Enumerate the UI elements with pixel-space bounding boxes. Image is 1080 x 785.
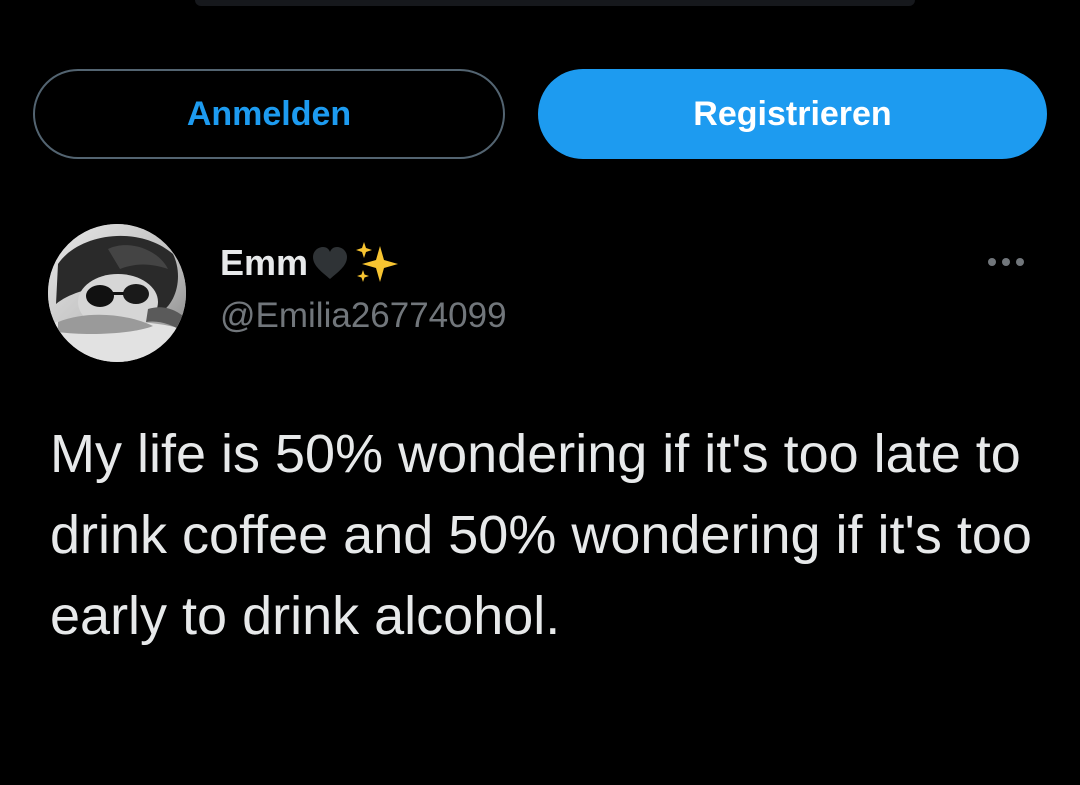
login-button-label: Anmelden xyxy=(186,94,352,133)
black-heart-icon xyxy=(313,247,348,279)
register-button-label: Registrieren xyxy=(693,94,892,133)
tweet-text: My life is 50% wondering if it's too lat… xyxy=(50,424,1032,646)
register-button[interactable]: Registrieren xyxy=(538,69,1047,159)
user-display-name[interactable]: Emm xyxy=(220,242,308,284)
more-options-icon[interactable] xyxy=(980,246,1032,278)
top-search-bar-edge xyxy=(195,0,915,6)
sparkles-icon xyxy=(356,242,399,282)
avatar-photo xyxy=(48,224,186,362)
user-handle[interactable]: @Emilia26774099 xyxy=(220,296,507,336)
login-button[interactable]: Anmelden xyxy=(33,69,505,159)
avatar[interactable] xyxy=(48,224,186,362)
user-name-row[interactable]: Emm xyxy=(220,240,402,286)
